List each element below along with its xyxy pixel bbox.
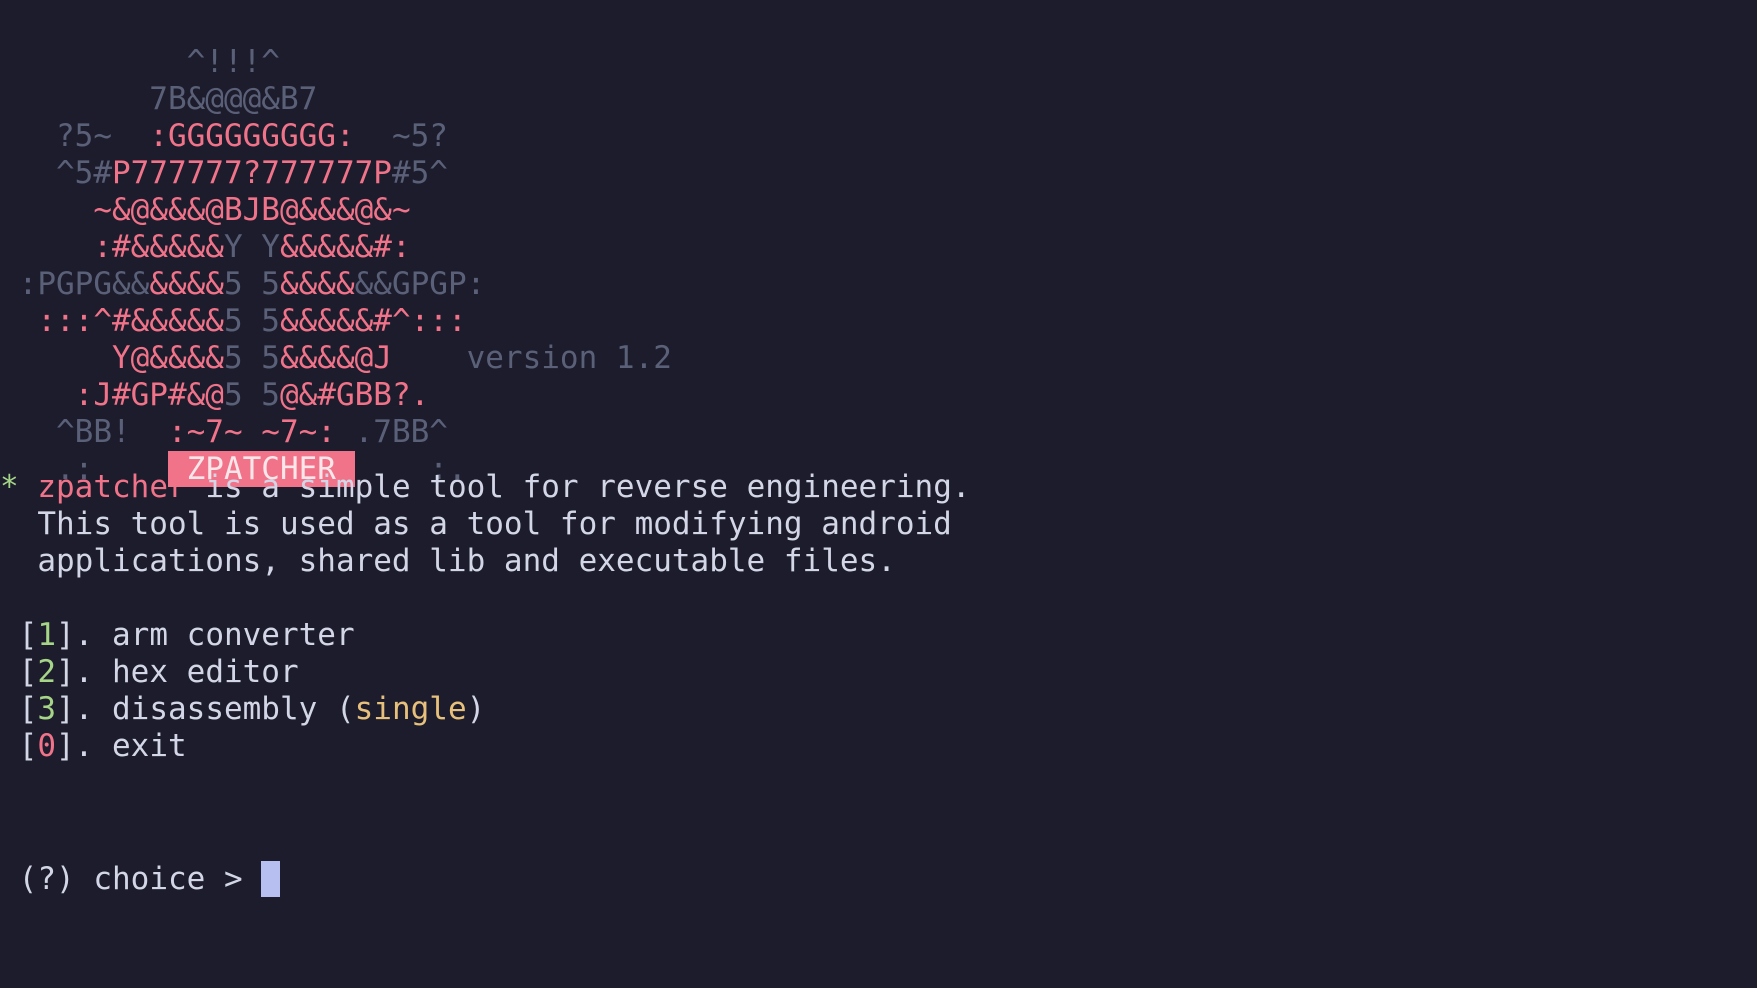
- logo-line: :#&&&&&Y Y&&&&&#:: [0, 229, 411, 266]
- logo-segment: &&&&: [149, 266, 224, 302]
- logo-line: :J#GP#&@5 5@&#GBB?.: [0, 377, 430, 414]
- logo-line: :PGPG&&&&&&5 5&&&&&&GPGP:: [0, 266, 486, 303]
- logo-segment: :::^#&&&&&: [37, 303, 224, 339]
- logo-segment: .7BB^: [335, 414, 448, 450]
- menu-key: 1: [37, 617, 56, 653]
- logo-segment: 5 5: [223, 266, 280, 302]
- description-line-2: This tool is used as a tool for modifyin…: [0, 506, 952, 543]
- menu-label: hex editor: [112, 654, 299, 690]
- menu-key: 2: [37, 654, 56, 690]
- logo-segment: ^5#: [0, 155, 112, 191]
- logo-segment: Y@&&&&: [111, 340, 224, 376]
- menu-key: 0: [37, 728, 56, 764]
- logo-segment: ^!!!^: [0, 44, 280, 80]
- description-text-2: This tool is used as a tool for modifyin…: [37, 506, 952, 542]
- menu-label: arm converter: [112, 617, 355, 653]
- description-line-1: * zpatcher is a simple tool for reverse …: [0, 469, 971, 506]
- logo-segment: [0, 229, 93, 265]
- text-cursor[interactable]: [261, 861, 281, 897]
- logo-line: ^5#P777777?777777P#5^: [0, 155, 448, 192]
- logo-segment: [0, 303, 37, 339]
- logo-segment: #5^: [391, 155, 448, 191]
- bullet-star: *: [0, 469, 19, 505]
- logo-segment: [0, 340, 112, 376]
- logo-segment: :J#GP#&@: [74, 377, 224, 413]
- description-text-1: is a simple tool for reverse engineering…: [186, 469, 971, 505]
- logo-segment: ?5~: [0, 118, 150, 154]
- menu-option-2[interactable]: [2]. hex editor: [0, 654, 299, 691]
- logo-line: ^!!!^: [0, 44, 280, 81]
- logo-segment: &&&&@J: [279, 340, 392, 376]
- menu-option-0[interactable]: [0]. exit: [0, 728, 187, 765]
- logo-line: ~&@&&&@BJB@&&&@&~: [0, 192, 411, 229]
- logo-segment: &&&&&#^:::: [279, 303, 467, 339]
- description-line-3: applications, shared lib and executable …: [0, 543, 896, 580]
- menu-label: disassembly (: [112, 691, 355, 727]
- logo-segment: 5 5: [223, 377, 280, 413]
- logo-line: ^BB! :~7~ ~7~: .7BB^: [0, 414, 448, 451]
- logo-segment: [0, 192, 93, 228]
- logo-segment: 7B&@@@&B7: [0, 81, 318, 117]
- tool-name: zpatcher: [37, 469, 187, 505]
- menu-option-3[interactable]: [3]. disassembly (single): [0, 691, 486, 728]
- logo-segment: 5 5: [223, 303, 280, 339]
- menu-label: exit: [112, 728, 187, 764]
- logo-segment: P777777?777777P: [111, 155, 392, 191]
- logo-segment: :~7~ ~7~:: [167, 414, 336, 450]
- prompt-line[interactable]: (?) choice >: [0, 861, 281, 898]
- logo-line: :::^#&&&&&5 5&&&&&#^:::: [0, 303, 467, 340]
- terminal-window[interactable]: ^!!!^ 7B&@@@&B7 ?5~ :GGGGGGGGG: ~5? ^5#P…: [0, 0, 1757, 988]
- logo-segment: version 1.2: [391, 340, 672, 376]
- logo-segment: &&GPGP:: [354, 266, 486, 302]
- logo-segment: ~5?: [354, 118, 448, 154]
- logo-line: Y@&&&&5 5&&&&@J version 1.2: [0, 340, 672, 377]
- description-text-3: applications, shared lib and executable …: [37, 543, 896, 579]
- logo-segment: [0, 377, 75, 413]
- logo-segment: &&&&&#:: [279, 229, 411, 265]
- logo-line: ?5~ :GGGGGGGGG: ~5?: [0, 118, 448, 155]
- logo-segment: :#&&&&&: [93, 229, 224, 265]
- logo-segment: ~&@&&&@BJB@&&&@&~: [93, 192, 411, 228]
- logo-segment: &&&&: [279, 266, 355, 302]
- logo-segment: Y Y: [223, 229, 280, 265]
- menu-label-close: ): [466, 691, 486, 727]
- menu-label-highlight: single: [354, 691, 467, 727]
- menu-option-1[interactable]: [1]. arm converter: [0, 617, 355, 654]
- prompt-text: (?) choice >: [18, 861, 262, 897]
- logo-segment: 5 5: [223, 340, 280, 376]
- logo-segment: :GGGGGGGGG:: [149, 118, 355, 154]
- logo-line: 7B&@@@&B7: [0, 81, 317, 118]
- logo-segment: @&#GBB?.: [279, 377, 430, 413]
- logo-segment: :PGPG&&: [0, 266, 150, 302]
- logo-segment: ^BB!: [0, 414, 168, 450]
- menu-key: 3: [37, 691, 56, 727]
